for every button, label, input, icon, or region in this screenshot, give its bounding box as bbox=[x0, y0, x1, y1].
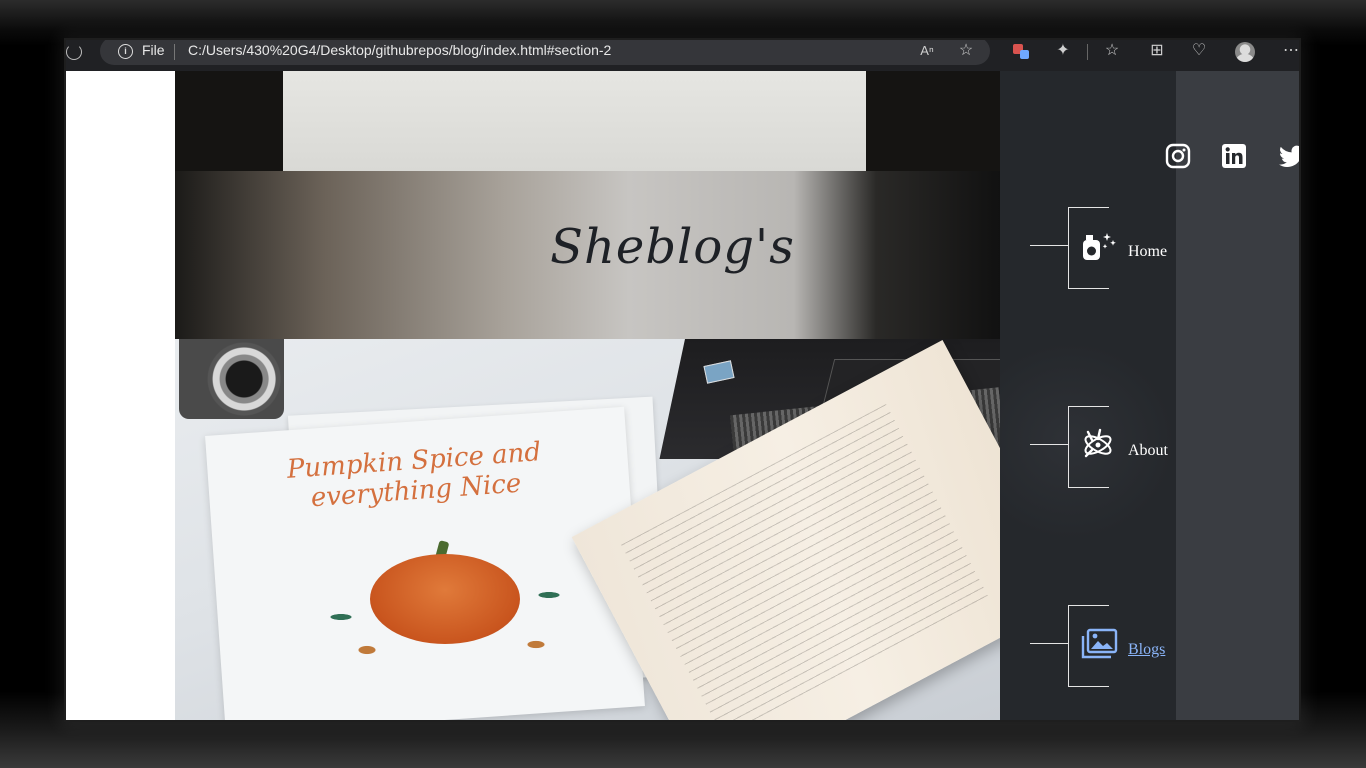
refresh-icon[interactable] bbox=[66, 44, 82, 60]
address-bar: i File C:/Users/430%20G4/Desktop/githubr… bbox=[66, 40, 1299, 72]
linkedin-icon[interactable] bbox=[1221, 143, 1247, 169]
camera-image bbox=[179, 339, 284, 419]
browser-window: i File C:/Users/430%20G4/Desktop/githubr… bbox=[66, 40, 1299, 720]
more-icon[interactable]: ⋯ bbox=[1280, 41, 1299, 61]
performance-icon[interactable]: ♡ bbox=[1188, 41, 1210, 61]
favorites-icon[interactable]: ☆ bbox=[1101, 41, 1123, 61]
favorite-star-icon[interactable]: ☆ bbox=[955, 41, 977, 61]
puzzle-icon[interactable]: ✦ bbox=[1052, 41, 1074, 61]
nav-label-blogs[interactable]: Blogs bbox=[1128, 641, 1165, 659]
url-text[interactable]: C:/Users/430%20G4/Desktop/githubrepos/bl… bbox=[188, 42, 611, 58]
sidebar: Home About Blogs bbox=[1000, 71, 1299, 720]
site-title: Sheblog's bbox=[550, 219, 795, 275]
read-aloud-icon[interactable]: Aⁿ bbox=[916, 41, 938, 61]
nav-label-home[interactable]: Home bbox=[1128, 243, 1167, 261]
pumpkin-illustration bbox=[370, 554, 520, 644]
file-label: File bbox=[142, 42, 165, 58]
twitter-icon[interactable] bbox=[1278, 143, 1299, 169]
nav-connector-line bbox=[1030, 245, 1068, 246]
hero-wall-panel bbox=[283, 71, 866, 171]
instagram-icon[interactable] bbox=[1165, 143, 1191, 169]
nav-connector-line bbox=[1030, 643, 1068, 644]
toolbar-separator bbox=[1087, 44, 1088, 60]
info-icon[interactable]: i bbox=[118, 44, 133, 59]
omnibox-separator bbox=[174, 44, 175, 60]
atom-cross-icon bbox=[1080, 426, 1120, 466]
perfume-sparkle-icon bbox=[1080, 227, 1120, 267]
images-gallery-icon bbox=[1080, 625, 1120, 665]
nav-label-about[interactable]: About bbox=[1128, 442, 1168, 460]
left-margin bbox=[66, 71, 175, 720]
hero-section: Pumpkin Spice and everything Nice Sheblo… bbox=[175, 71, 1000, 720]
nav-connector-line bbox=[1030, 444, 1068, 445]
nav-item-blogs[interactable]: Blogs bbox=[1030, 605, 1190, 687]
nav-item-home[interactable]: Home bbox=[1030, 207, 1190, 289]
extension-icon[interactable] bbox=[1010, 41, 1032, 67]
nav-item-about[interactable]: About bbox=[1030, 406, 1190, 488]
page-content: Pumpkin Spice and everything Nice Sheblo… bbox=[66, 71, 1299, 720]
profile-avatar[interactable] bbox=[1235, 42, 1255, 62]
collections-icon[interactable]: ⊞ bbox=[1146, 41, 1168, 61]
